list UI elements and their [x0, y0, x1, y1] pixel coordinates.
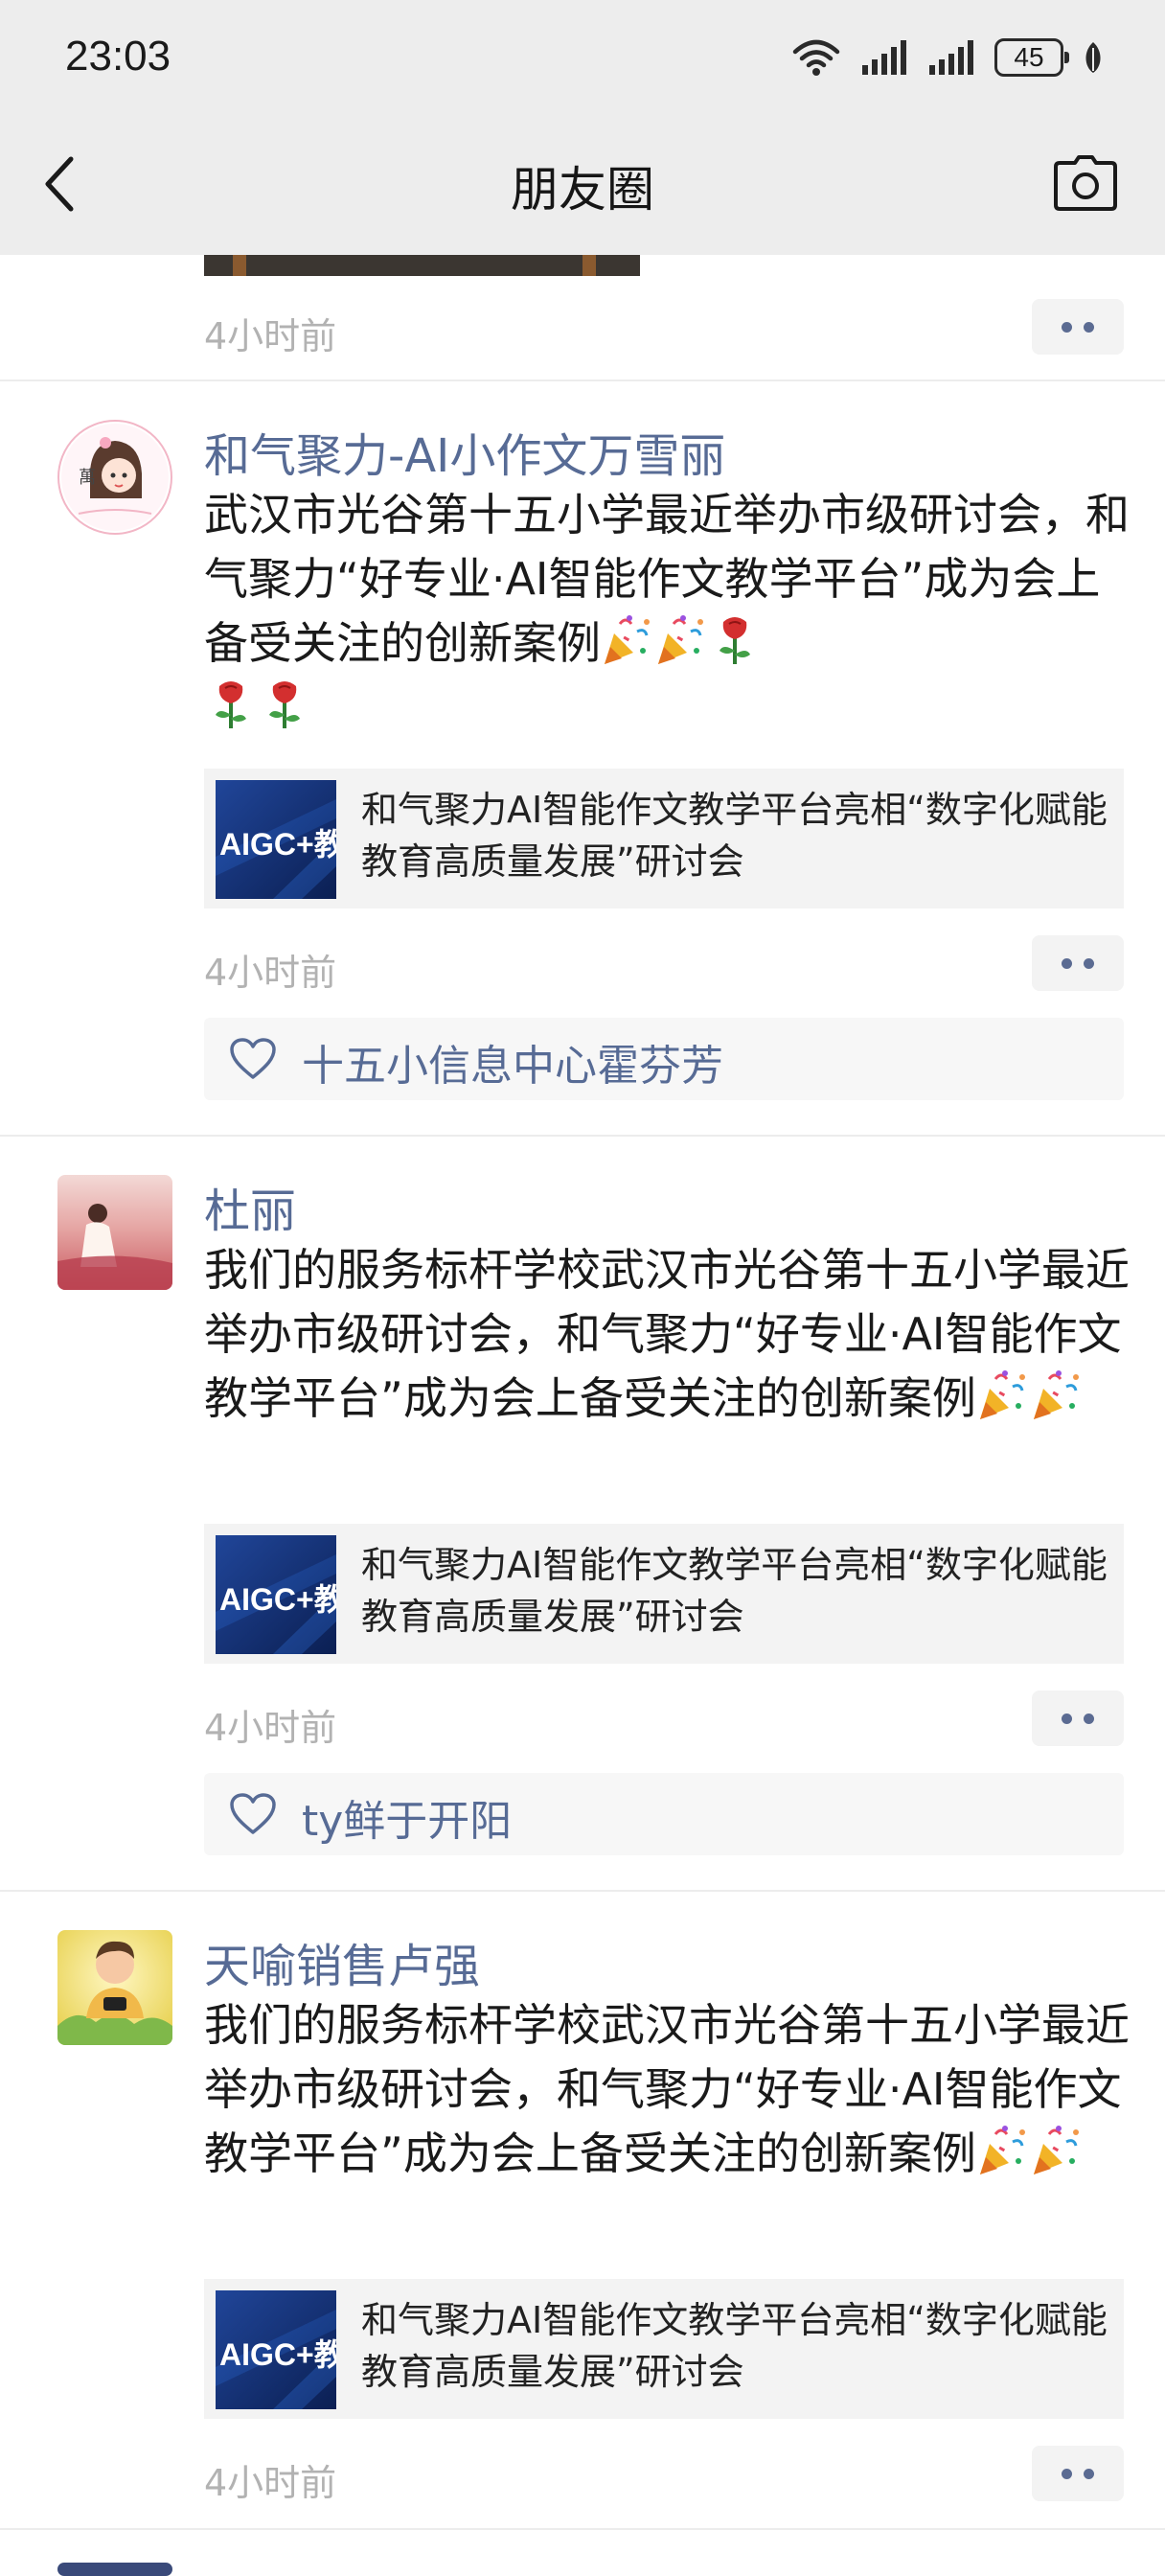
post-text: 我们的服务标杆学校武汉市光谷第十五小学最近举办市级研讨会，和气聚力“好专业·AI…	[204, 1238, 1133, 1431]
avatar-photo	[57, 1175, 172, 1290]
camera-icon[interactable]	[1054, 155, 1117, 211]
dot-icon	[1062, 321, 1072, 333]
moment-post: 杜丽 我们的服务标杆学校武汉市光谷第十五小学最近举办市级研讨会，和气聚力“好专业…	[0, 1175, 1165, 1884]
thumbnail-text: AIGC+教	[219, 1582, 336, 1617]
signal-icon	[862, 40, 906, 75]
heart-icon	[229, 1792, 277, 1836]
page-title: 朋友圈	[511, 162, 654, 218]
likes-bar: 十五小信息中心霍芬芳	[204, 1018, 1124, 1100]
liker-name[interactable]: 十五小信息中心霍芬芳	[302, 1031, 723, 1092]
post-meta: 4小时前	[204, 1690, 1124, 1749]
dot-icon	[1062, 1713, 1072, 1724]
rose-icon	[708, 612, 762, 666]
rose-icon	[258, 677, 311, 730]
avatar[interactable]	[57, 1175, 172, 1290]
party-popper-icon	[976, 1368, 1030, 1421]
party-popper-icon	[1030, 1368, 1084, 1421]
moment-post: 萬 和气聚力-AI小作文万雪丽 武汉市光谷第十五小学最近举办市级研讨会，和气聚力…	[0, 418, 1165, 1100]
more-actions-button[interactable]	[1032, 935, 1124, 991]
status-time: 23:03	[65, 33, 171, 80]
divider	[0, 1135, 1165, 1137]
previous-post-image[interactable]	[204, 255, 640, 276]
divider	[0, 2528, 1165, 2530]
post-time: 4小时前	[204, 952, 337, 994]
post-text: 武汉市光谷第十五小学最近举办市级研讨会，和气聚力“好专业·AI智能作文教学平台”…	[204, 483, 1133, 740]
top-bar: 23:03 45 朋友圈	[0, 0, 1165, 255]
wifi-icon	[792, 39, 840, 76]
author-name[interactable]: 和气聚力-AI小作文万雪丽	[204, 418, 725, 485]
post-time: 4小时前	[204, 315, 337, 357]
liker-name[interactable]: ty鲜于开阳	[302, 1786, 512, 1848]
battery-level: 45	[1014, 42, 1044, 72]
party-popper-icon	[654, 612, 708, 666]
post-time: 4小时前	[204, 2462, 337, 2504]
battery-icon: 45	[994, 38, 1069, 77]
post-text: 我们的服务标杆学校武汉市光谷第十五小学最近举办市级研讨会，和气聚力“好专业·AI…	[204, 1993, 1133, 2186]
dot-icon	[1084, 321, 1094, 333]
dot-icon	[1062, 2468, 1072, 2479]
next-post-avatar[interactable]	[57, 2563, 172, 2576]
party-popper-icon	[1030, 2123, 1084, 2176]
avatar[interactable]: 萬	[57, 420, 172, 535]
divider	[0, 380, 1165, 381]
author-name[interactable]: 杜丽	[204, 1173, 296, 1240]
more-actions-button[interactable]	[1032, 1690, 1124, 1746]
avatar-label: 萬	[79, 468, 96, 488]
signal-icon-2	[929, 40, 973, 75]
divider	[0, 1890, 1165, 1892]
link-title: 和气聚力AI智能作文教学平台亮相“数字化赋能教育高质量发展”研讨会	[361, 1544, 1108, 1638]
link-thumbnail: AIGC+教	[216, 2290, 336, 2409]
status-icons: 45	[791, 34, 1104, 80]
link-card[interactable]: AIGC+教 和气聚力AI智能作文教学平台亮相“数字化赋能教育高质量发展”研讨会	[204, 769, 1124, 908]
dot-icon	[1084, 957, 1094, 969]
avatar-cartoon	[57, 1930, 172, 2045]
avatar[interactable]	[57, 1930, 172, 2045]
post-meta: 4小时前	[204, 935, 1124, 994]
more-actions-button[interactable]	[1032, 299, 1124, 355]
dot-icon	[1084, 2468, 1094, 2479]
party-popper-icon	[976, 2123, 1030, 2176]
link-card[interactable]: AIGC+教 和气聚力AI智能作文教学平台亮相“数字化赋能教育高质量发展”研讨会	[204, 2279, 1124, 2419]
author-name[interactable]: 天喻销售卢强	[204, 1928, 480, 1995]
leaf-icon	[1085, 42, 1101, 73]
link-title: 和气聚力AI智能作文教学平台亮相“数字化赋能教育高质量发展”研讨会	[361, 789, 1108, 883]
more-actions-button[interactable]	[1032, 2446, 1124, 2501]
link-card[interactable]: AIGC+教 和气聚力AI智能作文教学平台亮相“数字化赋能教育高质量发展”研讨会	[204, 1524, 1124, 1664]
moments-feed[interactable]: 4小时前 萬 和气聚力-AI小作文万雪丽 武汉市光谷第十五小学最近举办市级研讨会…	[0, 255, 1165, 2576]
moment-post: 天喻销售卢强 我们的服务标杆学校武汉市光谷第十五小学最近举办市级研讨会，和气聚力…	[0, 1930, 1165, 2524]
post-time: 4小时前	[204, 1707, 337, 1749]
likes-bar: ty鲜于开阳	[204, 1773, 1124, 1855]
link-thumbnail: AIGC+教	[216, 1535, 336, 1654]
post-meta: 4小时前	[204, 2446, 1124, 2504]
heart-icon	[229, 1037, 277, 1081]
dot-icon	[1084, 1713, 1094, 1724]
thumbnail-text: AIGC+教	[219, 827, 336, 862]
link-thumbnail: AIGC+教	[216, 780, 336, 899]
dot-icon	[1062, 957, 1072, 969]
link-title: 和气聚力AI智能作文教学平台亮相“数字化赋能教育高质量发展”研讨会	[361, 2299, 1108, 2393]
rose-icon	[204, 677, 258, 730]
avatar-girl-icon	[61, 424, 169, 531]
thumbnail-text: AIGC+教	[219, 2337, 336, 2372]
previous-post-meta: 4小时前	[204, 299, 1124, 357]
party-popper-icon	[601, 612, 654, 666]
